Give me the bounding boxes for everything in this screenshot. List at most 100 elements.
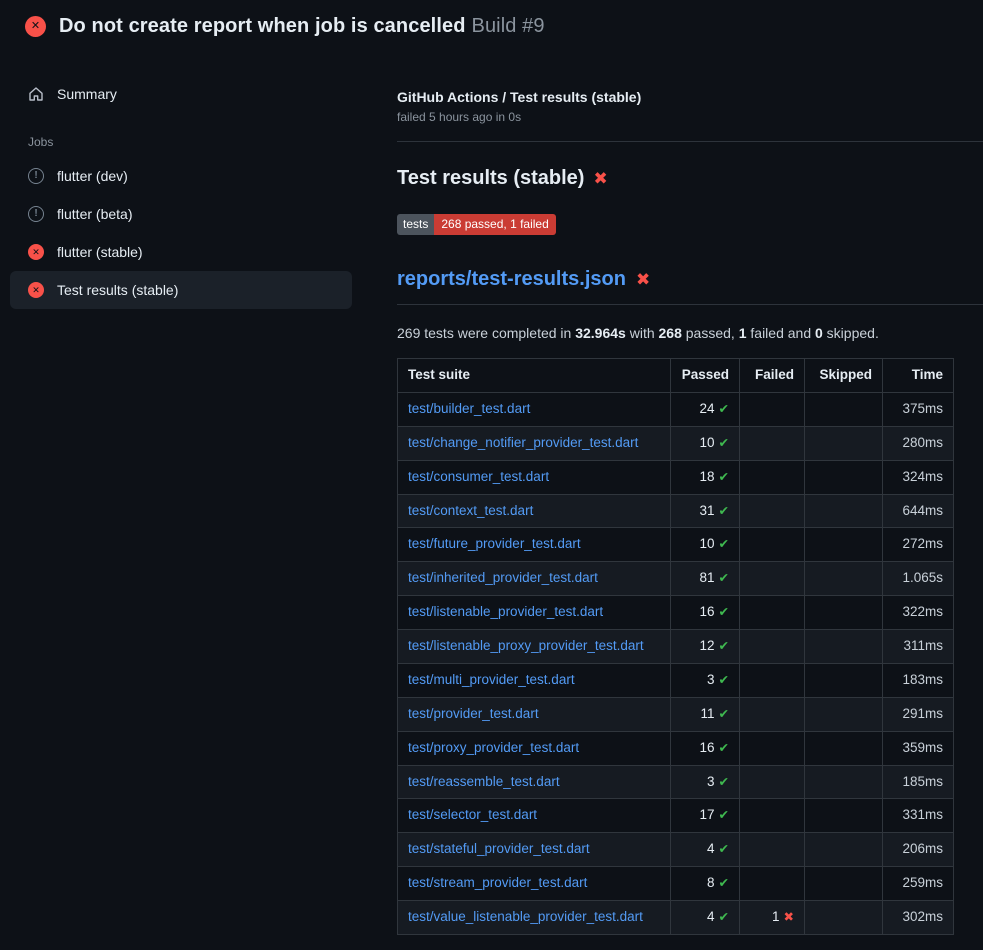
test-suite-row: test/context_test.dart31✔644ms <box>398 494 954 528</box>
test-suite-row: test/multi_provider_test.dart3✔183ms <box>398 663 954 697</box>
sidebar-item-test-results-stable[interactable]: ✕Test results (stable) <box>10 271 352 309</box>
sidebar-item-summary[interactable]: Summary <box>10 77 352 111</box>
skipped-cell <box>805 596 883 630</box>
sidebar-item-flutter-beta[interactable]: !flutter (beta) <box>10 195 352 233</box>
sidebar-item-label: Summary <box>57 86 117 102</box>
sidebar-item-flutter-stable[interactable]: ✕flutter (stable) <box>10 233 352 271</box>
time-cell: 359ms <box>883 731 954 765</box>
passed-cell: 3✔ <box>671 765 740 799</box>
suite-cell: test/reassemble_test.dart <box>398 765 671 799</box>
skipped-cell <box>805 426 883 460</box>
suite-cell: test/change_notifier_provider_test.dart <box>398 426 671 460</box>
time-cell: 375ms <box>883 392 954 426</box>
failed-cell <box>740 867 805 901</box>
suite-link[interactable]: test/proxy_provider_test.dart <box>408 740 579 755</box>
suite-cell: test/builder_test.dart <box>398 392 671 426</box>
report-link[interactable]: reports/test-results.json <box>397 268 626 291</box>
suite-link[interactable]: test/selector_test.dart <box>408 807 537 822</box>
suite-link[interactable]: test/future_provider_test.dart <box>408 536 581 551</box>
passed-cell: 10 ✔ <box>671 528 740 562</box>
check-icon: ✔ <box>719 571 729 585</box>
passed-cell-value: 4 <box>707 841 715 856</box>
sidebar-item-label: flutter (dev) <box>57 168 128 184</box>
passed-cell-value: 10 <box>699 536 714 551</box>
check-icon: ✔ <box>719 402 729 416</box>
skipped-cell <box>805 562 883 596</box>
report-heading-row: reports/test-results.json ✖ <box>397 268 983 291</box>
cancelled-circle-icon: ! <box>28 168 44 184</box>
suite-cell: test/selector_test.dart <box>398 799 671 833</box>
suite-link[interactable]: test/listenable_provider_test.dart <box>408 604 603 619</box>
x-icon: ✖ <box>784 910 794 924</box>
skipped-cell <box>805 630 883 664</box>
suite-link[interactable]: test/inherited_provider_test.dart <box>408 570 598 585</box>
skipped-cell <box>805 460 883 494</box>
failed-cell <box>740 833 805 867</box>
time-cell: 1.065s <box>883 562 954 596</box>
time-cell: 185ms <box>883 765 954 799</box>
suite-link[interactable]: test/provider_test.dart <box>408 706 539 721</box>
summary-passed-count: 268 <box>659 325 682 341</box>
passed-cell-value: 3 <box>707 672 715 687</box>
summary-line: 269 tests were completed in 32.964s with… <box>397 325 983 341</box>
x-icon: ✖ <box>593 169 607 189</box>
time-cell: 311ms <box>883 630 954 664</box>
test-suite-row: test/stateful_provider_test.dart4✔206ms <box>398 833 954 867</box>
column-header-skipped: Skipped <box>805 359 883 393</box>
summary-text: skipped. <box>823 325 879 341</box>
failed-cell <box>740 731 805 765</box>
check-icon: ✔ <box>719 436 729 450</box>
failed-cell <box>740 392 805 426</box>
tests-badge: tests 268 passed, 1 failed <box>397 214 556 235</box>
test-suite-row: test/stream_provider_test.dart8✔259ms <box>398 867 954 901</box>
suite-link[interactable]: test/reassemble_test.dart <box>408 774 560 789</box>
suite-cell: test/context_test.dart <box>398 494 671 528</box>
divider <box>397 141 983 142</box>
suite-link[interactable]: test/stream_provider_test.dart <box>408 875 587 890</box>
skipped-cell <box>805 663 883 697</box>
suite-cell: test/proxy_provider_test.dart <box>398 731 671 765</box>
failed-cell <box>740 799 805 833</box>
failed-cell <box>740 630 805 664</box>
suite-link[interactable]: test/consumer_test.dart <box>408 469 549 484</box>
suite-link[interactable]: test/listenable_proxy_provider_test.dart <box>408 638 644 653</box>
sidebar-item-label: Test results (stable) <box>57 282 178 298</box>
test-suite-row: test/provider_test.dart11✔291ms <box>398 697 954 731</box>
run-title-row: Do not create report when job is cancell… <box>59 15 545 38</box>
sidebar-jobs: ! flutter (dev) !flutter (beta)✕flutter (s… <box>10 157 352 309</box>
failed-cell <box>740 426 805 460</box>
passed-cell: 4✔ <box>671 833 740 867</box>
passed-cell: 8✔ <box>671 867 740 901</box>
check-title-row: Test results (stable) ✖ <box>397 167 983 190</box>
suite-link[interactable]: test/context_test.dart <box>408 503 533 518</box>
sidebar-item-flutter-dev[interactable]: ! flutter (dev) <box>10 157 352 195</box>
passed-cell-value: 3 <box>707 774 715 789</box>
time-cell: 324ms <box>883 460 954 494</box>
summary-text: passed, <box>682 325 739 341</box>
passed-cell: 11✔ <box>671 697 740 731</box>
run-header: ✕ Do not create report when job is cance… <box>0 0 983 51</box>
skipped-cell <box>805 799 883 833</box>
passed-cell: 16✔ <box>671 731 740 765</box>
test-suite-row: test/proxy_provider_test.dart 16✔ 359ms <box>398 731 954 765</box>
suite-cell: test/future_provider_test.dart <box>398 528 671 562</box>
failed-cell <box>740 765 805 799</box>
test-suite-row: test/builder_test.dart 24✔ 375ms <box>398 392 954 426</box>
failed-cell-value: 1 <box>772 909 780 924</box>
suite-link[interactable]: test/multi_provider_test.dart <box>408 672 575 687</box>
failed-cell <box>740 562 805 596</box>
check-icon: ✔ <box>719 537 729 551</box>
suite-link[interactable]: test/stateful_provider_test.dart <box>408 841 590 856</box>
passed-cell: 24✔ <box>671 392 740 426</box>
page-layout: Summary Jobs !flutter (dev)!flutter (bet… <box>0 51 983 935</box>
check-icon: ✔ <box>719 775 729 789</box>
test-suite-row: test/value_listenable_provider_test.dart… <box>398 901 954 935</box>
suite-link[interactable]: test/change_notifier_provider_test.dart <box>408 435 638 450</box>
suite-cell: test/stateful_provider_test.dart <box>398 833 671 867</box>
passed-cell-value: 8 <box>707 875 715 890</box>
failed-cell <box>740 596 805 630</box>
cancelled-circle-icon: ! <box>28 206 44 222</box>
suite-link[interactable]: test/value_listenable_provider_test.dart <box>408 909 643 924</box>
suite-cell: test/inherited_provider_test.dart <box>398 562 671 596</box>
suite-link[interactable]: test/builder_test.dart <box>408 401 530 416</box>
